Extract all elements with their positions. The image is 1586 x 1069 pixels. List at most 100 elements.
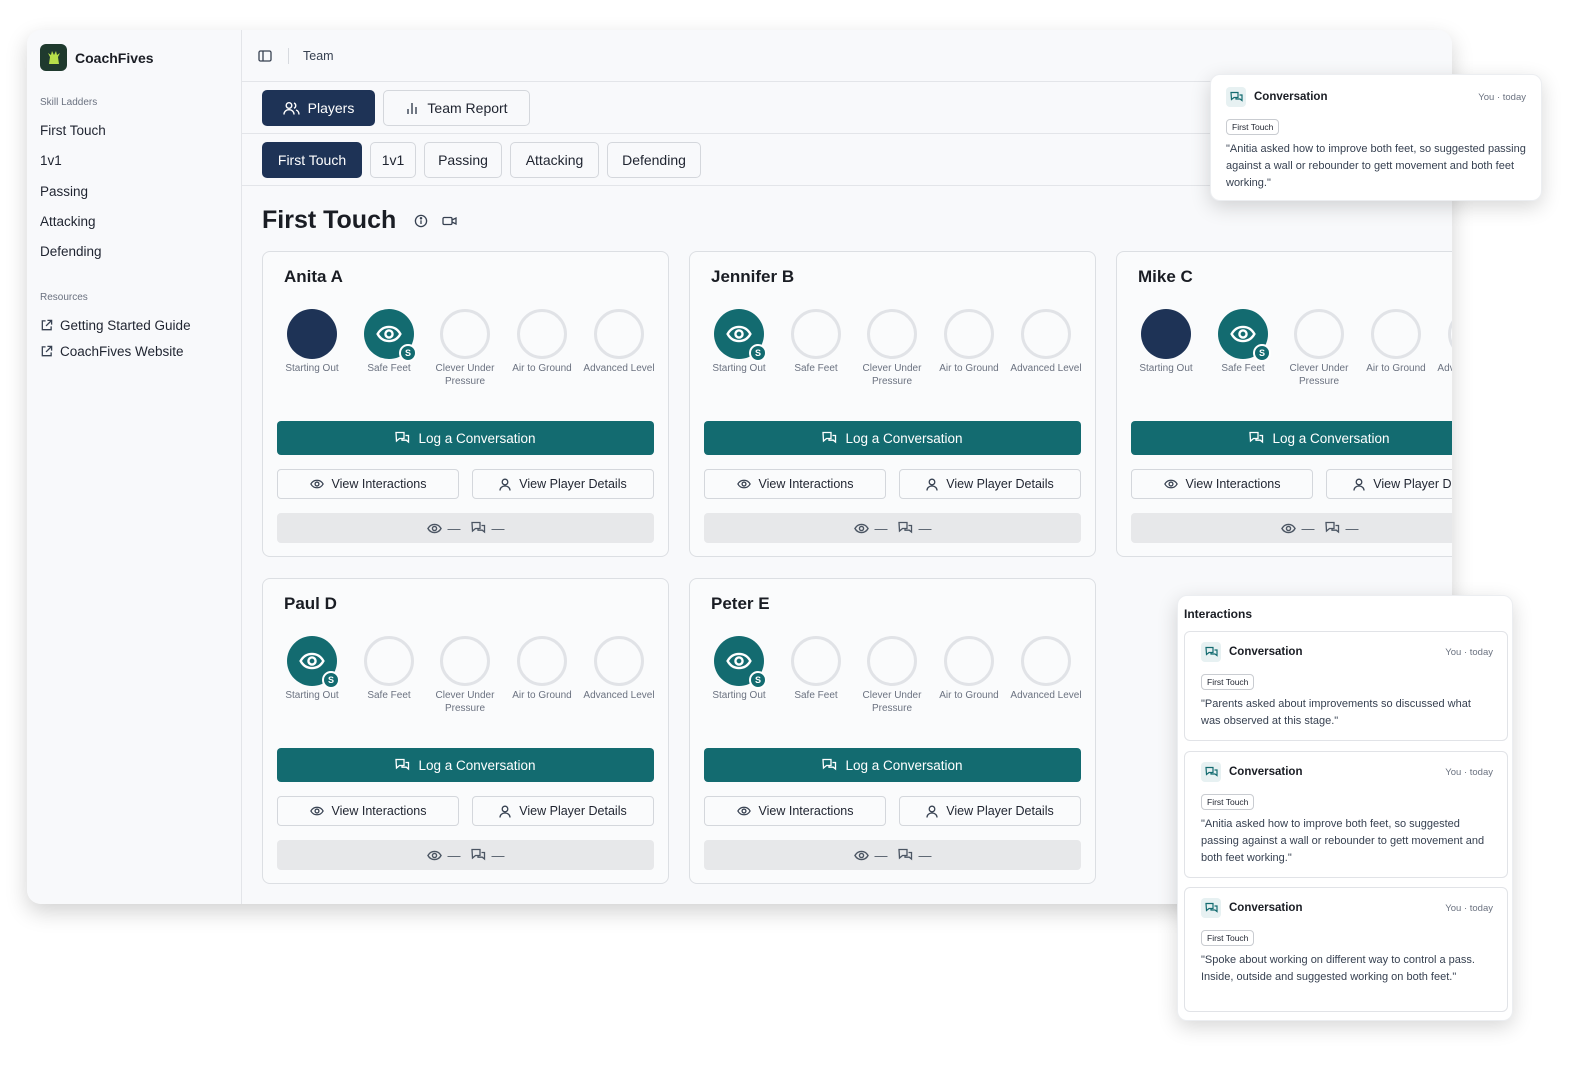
view-player-details-button[interactable]: View Player Details — [472, 796, 654, 826]
skill-level[interactable]: Advanced Level — [581, 309, 657, 375]
skill-level[interactable]: Starting Out — [274, 309, 350, 375]
skill-level[interactable]: Air to Ground — [931, 309, 1007, 375]
skill-tab-first-touch[interactable]: First Touch — [262, 142, 362, 178]
view-interactions-button[interactable]: View Interactions — [277, 469, 459, 499]
interaction-stats: — — — [277, 513, 654, 543]
view-interactions-button[interactable]: View Interactions — [277, 796, 459, 826]
log-conversation-button[interactable]: Log a Conversation — [704, 748, 1081, 782]
view-interactions-button[interactable]: View Interactions — [704, 796, 886, 826]
skill-level[interactable]: Air to Ground — [504, 636, 580, 702]
skill-level[interactable]: S Starting Out — [701, 309, 777, 375]
conversations-stat: — — [1324, 520, 1359, 536]
button-label: View Interactions — [1185, 477, 1281, 491]
skill-level[interactable]: Air to Ground — [1358, 309, 1434, 375]
skill-level[interactable]: Advanced Level — [1008, 636, 1084, 702]
skill-tab-attacking[interactable]: Attacking — [510, 142, 599, 178]
brand[interactable]: CoachFives — [40, 44, 154, 71]
level-label: Advanced Level — [1437, 363, 1452, 374]
level-label: Safe Feet — [367, 363, 411, 374]
log-conversation-button[interactable]: Log a Conversation — [277, 748, 654, 782]
button-label: Log a Conversation — [845, 757, 963, 773]
tab-team-report[interactable]: Team Report — [383, 90, 530, 126]
resources-label: Resources — [40, 292, 88, 303]
button-label: Log a Conversation — [418, 757, 536, 773]
skill-level[interactable]: Air to Ground — [931, 636, 1007, 702]
skill-level[interactable]: Clever Under Pressure — [854, 309, 930, 388]
level-circle-empty — [364, 636, 414, 686]
interactions-panel: Interactions Conversation You · today Fi… — [1177, 595, 1513, 1021]
skill-level[interactable]: Advanced Level — [1008, 309, 1084, 375]
level-circle-current: S — [287, 636, 340, 689]
skill-level[interactable]: Starting Out — [1128, 309, 1204, 375]
skill-level[interactable]: Advanced Level — [1435, 309, 1452, 375]
current-level-badge: S — [749, 671, 767, 689]
sidebar: CoachFives Skill Ladders First Touch 1v1… — [27, 30, 242, 904]
level-label: Safe Feet — [794, 690, 838, 701]
level-circle-done — [1141, 309, 1191, 359]
chat-icon — [1324, 521, 1339, 534]
views-stat: — — [853, 847, 888, 863]
sidebar-item-attacking[interactable]: Attacking — [40, 214, 96, 229]
skill-tab-defending[interactable]: Defending — [607, 142, 701, 178]
breadcrumb: Team — [303, 48, 334, 63]
button-label: View Player Details — [946, 477, 1054, 491]
conversations-count: — — [1345, 520, 1359, 536]
interaction-item[interactable]: Conversation You · today First Touch "Pa… — [1184, 631, 1508, 741]
sidebar-toggle-icon[interactable] — [258, 49, 272, 63]
chat-icon — [470, 848, 485, 861]
button-label: View Player Details — [946, 804, 1054, 818]
skill-level[interactable]: S Safe Feet — [351, 309, 427, 375]
chat-icon — [897, 848, 912, 861]
view-player-details-button[interactable]: View Player Details — [1326, 469, 1452, 499]
sidebar-item-first-touch[interactable]: First Touch — [40, 123, 106, 138]
skill-tab-1v1[interactable]: 1v1 — [370, 142, 416, 178]
skill-level[interactable]: Advanced Level — [581, 636, 657, 702]
topbar-divider — [288, 47, 289, 64]
skill-level[interactable]: Safe Feet — [778, 636, 854, 702]
skill-level[interactable]: Clever Under Pressure — [427, 636, 503, 715]
skill-level[interactable]: Safe Feet — [778, 309, 854, 375]
skill-level[interactable]: Clever Under Pressure — [854, 636, 930, 715]
level-circle-empty — [440, 636, 490, 686]
level-circle-empty — [517, 309, 567, 359]
interaction-item[interactable]: Conversation You · today First Touch "An… — [1184, 751, 1508, 878]
view-player-details-button[interactable]: View Player Details — [899, 469, 1081, 499]
log-conversation-button[interactable]: Log a Conversation — [704, 421, 1081, 455]
skill-level[interactable]: S Starting Out — [701, 636, 777, 702]
level-label: Starting Out — [712, 690, 766, 701]
video-icon[interactable] — [442, 215, 457, 227]
section-header: First Touch — [262, 206, 457, 235]
view-interactions-button[interactable]: View Interactions — [1131, 469, 1313, 499]
view-interactions-button[interactable]: View Interactions — [704, 469, 886, 499]
skill-tab-passing[interactable]: Passing — [424, 142, 502, 178]
skill-level[interactable]: S Safe Feet — [1205, 309, 1281, 375]
skill-level[interactable]: Safe Feet — [351, 636, 427, 702]
sidebar-item-defending[interactable]: Defending — [40, 244, 102, 259]
log-conversation-button[interactable]: Log a Conversation — [277, 421, 654, 455]
skill-level[interactable]: Clever Under Pressure — [427, 309, 503, 388]
info-icon[interactable] — [414, 214, 428, 228]
button-label: Log a Conversation — [418, 430, 536, 446]
resource-link-getting-started[interactable]: Getting Started Guide — [40, 318, 191, 333]
level-circle-empty — [1021, 309, 1071, 359]
skill-level[interactable]: Air to Ground — [504, 309, 580, 375]
level-circle-empty — [944, 309, 994, 359]
player-card: Jennifer B S Starting Out Safe Feet Clev… — [689, 251, 1096, 557]
resource-link-website[interactable]: CoachFives Website — [40, 344, 184, 359]
eye-icon — [853, 523, 869, 533]
view-player-details-button[interactable]: View Player Details — [472, 469, 654, 499]
view-player-details-button[interactable]: View Player Details — [899, 796, 1081, 826]
level-label: Air to Ground — [1366, 363, 1426, 374]
level-circle-empty — [594, 309, 644, 359]
level-label: Clever Under Pressure — [862, 690, 922, 714]
interaction-item[interactable]: Conversation You · today First Touch "Sp… — [1184, 887, 1508, 1012]
skill-level[interactable]: Clever Under Pressure — [1281, 309, 1357, 388]
skill-level[interactable]: S Starting Out — [274, 636, 350, 702]
eye-icon — [299, 652, 325, 670]
tab-players[interactable]: Players — [262, 90, 375, 126]
log-conversation-button[interactable]: Log a Conversation — [1131, 421, 1452, 455]
sidebar-item-1v1[interactable]: 1v1 — [40, 153, 62, 168]
views-count: — — [874, 847, 888, 863]
sidebar-item-passing[interactable]: Passing — [40, 184, 88, 199]
tab-label: Team Report — [427, 100, 508, 116]
